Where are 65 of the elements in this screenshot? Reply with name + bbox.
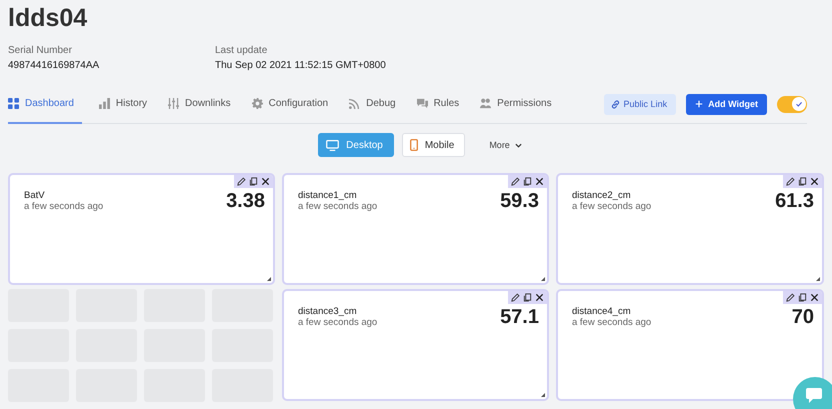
pencil-icon[interactable] [786,293,795,302]
widget-time: a few seconds ago [572,317,652,328]
tab[interactable]: Permissions [480,85,562,124]
caret-icon [514,142,522,148]
copy-icon[interactable] [523,177,532,186]
resize-handle-icon[interactable] [267,277,271,281]
device-title: ldds04 [7,3,88,32]
people-icon [480,98,492,109]
rss-icon [349,98,360,109]
widget-value: 70 [792,306,814,328]
widget-value: 61.3 [775,190,814,212]
public-link-button[interactable]: Public Link [604,94,676,114]
pencil-icon[interactable] [237,177,246,186]
tab[interactable]: Debug [349,85,406,124]
widget-time: a few seconds ago [298,317,378,328]
close-icon[interactable] [535,293,544,302]
widget-name: distance4_cm [572,306,632,317]
copy-icon[interactable] [798,293,807,302]
toggle-switch[interactable] [777,96,807,112]
phone-icon [410,139,418,151]
tab[interactable]: Rules [416,85,470,124]
tab[interactable]: Dashboard [8,85,82,124]
close-icon[interactable] [810,293,819,302]
chat-icon [804,386,824,404]
pencil-icon[interactable] [511,293,520,302]
gear-icon [252,98,263,109]
pencil-icon[interactable] [511,177,520,186]
field-value: Thu Sep 02 2021 11:52:15 GMT+0800 [215,59,387,73]
add-widget-button[interactable]: Add Widget [686,94,767,114]
close-icon[interactable] [810,177,819,186]
widget-name: distance1_cm [298,190,358,201]
link-icon [610,98,621,110]
widget-time: a few seconds ago [298,201,378,212]
widget-name: distance3_cm [298,306,358,317]
tab[interactable]: Configuration [252,85,338,124]
copy-icon[interactable] [523,293,532,302]
copy-icon[interactable] [249,177,258,186]
sliders-icon [168,98,180,109]
tab[interactable]: Downlinks [168,85,241,124]
tab[interactable]: History [98,85,158,124]
resize-handle-icon[interactable] [816,277,820,281]
pencil-icon[interactable] [786,177,795,186]
resize-handle-icon[interactable] [541,393,545,397]
close-icon[interactable] [535,177,544,186]
widget-name: BatV [24,190,46,201]
chat-icon [416,98,428,109]
check-icon [794,99,804,109]
copy-icon[interactable] [798,177,807,186]
monitor-icon [326,140,340,150]
bar-chart-icon [98,98,110,109]
field-label: Serial Number [8,44,73,58]
grid-icon [8,98,19,109]
plus-icon [695,100,704,108]
field-value: 49874416169874AA [8,59,100,73]
field-label: Last update [215,44,268,58]
widget-value: 57.1 [500,306,539,328]
widget-value: 3.38 [226,190,265,212]
view-button[interactable]: Mobile [402,133,466,157]
widget-time: a few seconds ago [24,201,104,212]
close-icon[interactable] [261,177,270,186]
more-dropdown[interactable]: More [483,139,528,151]
widget-value: 59.3 [500,190,539,212]
widget-time: a few seconds ago [572,201,652,212]
widget-name: distance2_cm [572,190,632,201]
resize-handle-icon[interactable] [541,277,545,281]
